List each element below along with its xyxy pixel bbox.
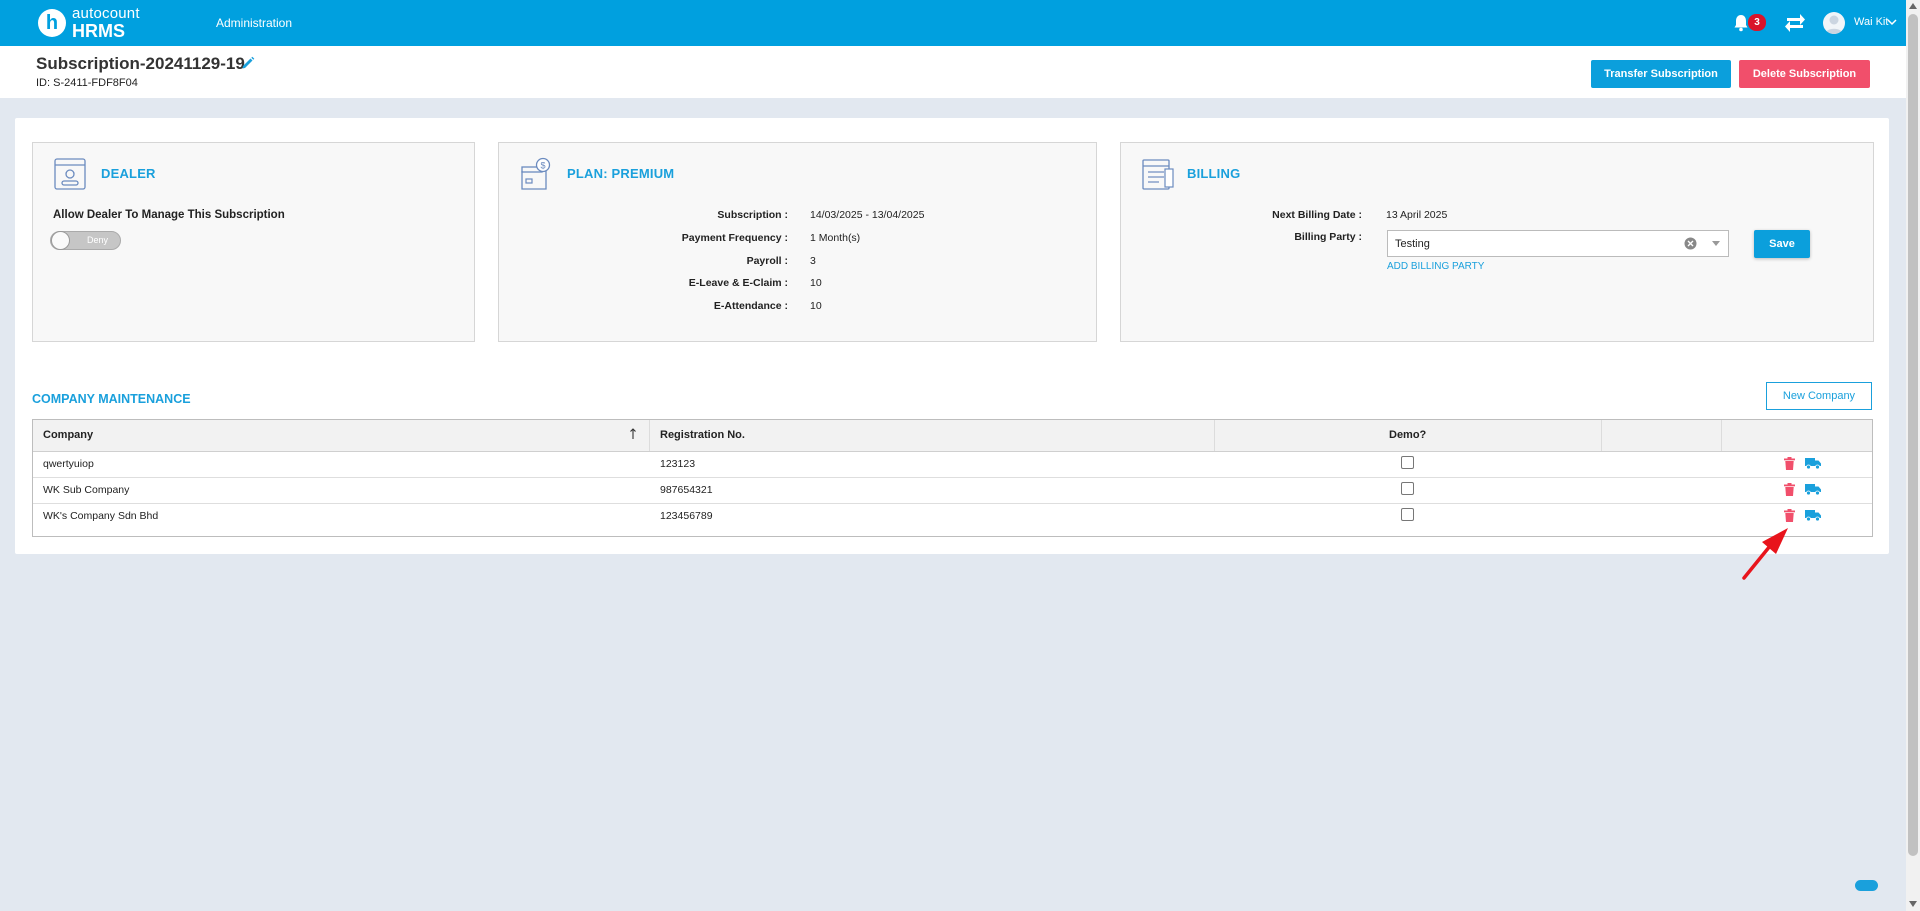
billing-icon	[1142, 159, 1174, 190]
billing-party-label: Billing Party :	[1294, 231, 1362, 243]
toggle-label: Deny	[87, 235, 109, 245]
annotation-arrow-icon	[1742, 528, 1788, 580]
add-billing-party-link[interactable]: ADD BILLING PARTY	[1387, 261, 1484, 272]
new-company-button[interactable]: New Company	[1766, 382, 1872, 410]
vertical-scrollbar[interactable]	[1906, 0, 1920, 911]
column-divider	[1214, 420, 1215, 451]
user-name[interactable]: Wai Kit	[1854, 16, 1888, 28]
plan-subscription-value: 14/03/2025 - 13/04/2025	[810, 209, 925, 221]
truck-icon[interactable]	[1805, 510, 1821, 521]
scroll-up-icon[interactable]	[1909, 3, 1917, 9]
registration-no: 987654321	[660, 484, 713, 496]
allow-dealer-label: Allow Dealer To Manage This Subscription	[53, 209, 285, 221]
billing-panel: BILLING Next Billing Date : 13 April 202…	[1120, 142, 1874, 342]
scroll-down-icon[interactable]	[1909, 901, 1917, 907]
company-name: WK's Company Sdn Bhd	[43, 510, 159, 522]
delete-subscription-button[interactable]: Delete Subscription	[1739, 60, 1870, 88]
table-row[interactable]: qwertyuiop 123123	[33, 451, 1872, 478]
demo-checkbox[interactable]	[1401, 456, 1414, 469]
plan-icon: $	[521, 157, 551, 190]
table-row[interactable]: WK's Company Sdn Bhd 123456789	[33, 503, 1872, 529]
subscription-id: ID: S-2411-FDF8F04	[36, 77, 138, 89]
dealer-title: DEALER	[101, 166, 156, 181]
plan-eleave-value: 10	[810, 277, 822, 289]
column-divider	[649, 420, 650, 451]
billing-title: BILLING	[1187, 166, 1241, 181]
save-button[interactable]: Save	[1754, 230, 1810, 258]
brand-logo[interactable]: autocount HRMS	[72, 6, 140, 40]
bell-icon[interactable]	[1733, 14, 1749, 32]
page-header: Subscription-20241129-19 ID: S-2411-FDF8…	[0, 46, 1906, 98]
plan-frequency-value: 1 Month(s)	[810, 232, 861, 244]
column-divider	[1721, 420, 1722, 451]
clear-icon[interactable]	[1684, 237, 1697, 250]
top-navbar: h autocount HRMS Administration 3 Wai Ki…	[0, 0, 1920, 46]
transfer-subscription-button[interactable]: Transfer Subscription	[1591, 60, 1731, 88]
column-divider	[1601, 420, 1602, 451]
company-name: qwertyuiop	[43, 458, 94, 470]
trash-icon[interactable]	[1784, 483, 1795, 496]
trash-icon[interactable]	[1784, 509, 1795, 522]
column-company[interactable]: Company	[43, 429, 93, 441]
allow-dealer-toggle[interactable]: Deny	[50, 231, 121, 250]
company-maintenance-title: COMPANY MAINTENANCE	[32, 392, 191, 406]
plan-payroll-label: Payroll :	[746, 255, 788, 267]
brand-line1: autocount	[72, 5, 140, 22]
dealer-panel: DEALER Allow Dealer To Manage This Subsc…	[32, 142, 475, 342]
plan-panel: $ PLAN: PREMIUM Subscription : 14/03/202…	[498, 142, 1097, 342]
truck-icon[interactable]	[1805, 484, 1821, 495]
dealer-icon	[54, 158, 86, 190]
billing-party-select[interactable]: Testing	[1387, 230, 1729, 257]
table-row[interactable]: WK Sub Company 987654321	[33, 477, 1872, 504]
next-billing-label: Next Billing Date :	[1272, 209, 1362, 221]
plan-subscription-label: Subscription :	[717, 209, 788, 221]
column-registration[interactable]: Registration No.	[660, 429, 745, 441]
toggle-knob	[51, 231, 70, 250]
trash-icon[interactable]	[1784, 457, 1795, 470]
plan-title: PLAN: PREMIUM	[567, 166, 675, 181]
caret-down-icon[interactable]	[1712, 241, 1720, 247]
truck-icon[interactable]	[1805, 458, 1821, 469]
company-table: Company Registration No. Demo? qwertyuio…	[32, 419, 1873, 537]
scroll-thumb[interactable]	[1908, 14, 1918, 856]
user-icon	[1825, 15, 1843, 34]
chevron-down-icon[interactable]	[1887, 18, 1897, 26]
help-widget-icon[interactable]	[1855, 880, 1878, 891]
brand-line2: HRMS	[72, 21, 125, 41]
demo-checkbox[interactable]	[1401, 482, 1414, 495]
column-demo[interactable]: Demo?	[1389, 429, 1426, 441]
svg-text:$: $	[540, 161, 545, 171]
sort-ascending-icon[interactable]	[629, 428, 637, 440]
sync-icon[interactable]	[1783, 12, 1807, 34]
notification-badge: 3	[1748, 14, 1766, 31]
plan-eattendance-label: E-Attendance :	[713, 300, 788, 312]
company-name: WK Sub Company	[43, 484, 130, 496]
nav-administration[interactable]: Administration	[216, 16, 292, 30]
demo-checkbox[interactable]	[1401, 508, 1414, 521]
billing-party-value: Testing	[1395, 238, 1430, 250]
table-header: Company Registration No. Demo?	[33, 420, 1872, 452]
plan-payroll-value: 3	[810, 255, 816, 267]
avatar[interactable]	[1823, 12, 1845, 34]
logo-icon[interactable]: h	[38, 9, 66, 37]
plan-eleave-label: E-Leave & E-Claim :	[688, 277, 788, 289]
pencil-icon[interactable]	[241, 56, 255, 70]
registration-no: 123456789	[660, 510, 713, 522]
page-title: Subscription-20241129-19	[36, 54, 245, 73]
plan-frequency-label: Payment Frequency :	[681, 232, 788, 244]
registration-no: 123123	[660, 458, 696, 470]
next-billing-value: 13 April 2025	[1386, 209, 1448, 221]
plan-eattendance-value: 10	[810, 300, 822, 312]
